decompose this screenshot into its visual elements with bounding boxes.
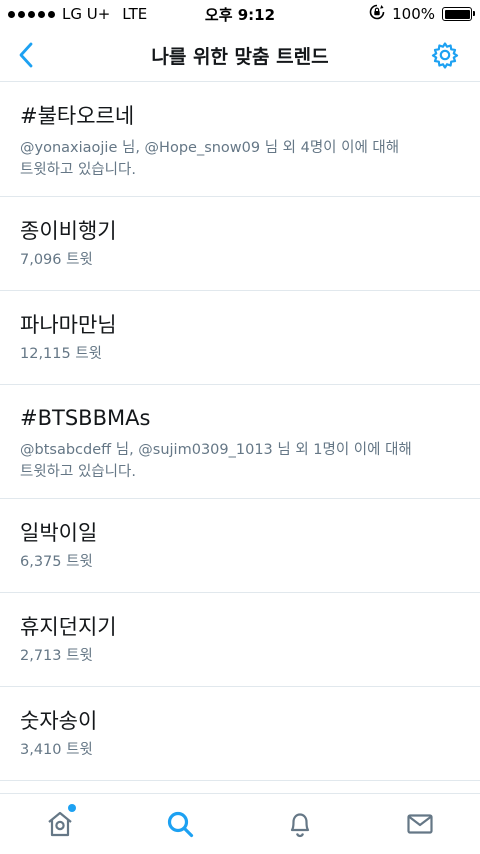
trend-subtitle-line2: 트윗하고 있습니다. <box>20 464 136 480</box>
page-title: 나를 위한 맞춤 트렌드 <box>151 46 329 68</box>
status-bar: LG U+ LTE 오후 9:12 100% <box>0 0 480 28</box>
trend-item[interactable]: 종이비행기 7,096 트윗 <box>0 197 480 291</box>
trend-subtitle-line2: 트윗하고 있습니다. <box>20 162 136 178</box>
trend-title: 종이비행기 <box>20 219 117 243</box>
status-right: 100% <box>369 4 475 24</box>
gear-icon <box>431 42 459 69</box>
trend-item[interactable]: #불타오르네 @yonaxiaojie 님, @Hope_snow09 님 외 … <box>0 82 480 197</box>
trend-tweet-count: 2,713 트윗 <box>20 648 93 664</box>
battery-percent: 100% <box>392 5 435 23</box>
trend-title: 휴지던지기 <box>20 615 117 639</box>
tab-home[interactable] <box>42 804 78 842</box>
tab-search[interactable] <box>162 806 198 842</box>
trend-tweet-count: 3,410 트윗 <box>20 742 93 758</box>
trend-tweet-count: 6,375 트윗 <box>20 554 93 570</box>
trend-subtitle: @yonaxiaojie 님, @Hope_snow09 님 외 4명이 이에 … <box>20 140 400 156</box>
tab-notifications[interactable] <box>282 806 318 842</box>
mail-icon <box>407 814 433 834</box>
trend-subtitle: @btsabcdeff 님, @sujim0309_1013 님 외 1명이 이… <box>20 442 412 458</box>
trend-item[interactable]: #BTSBBMAs @btsabcdeff 님, @sujim0309_1013… <box>0 385 480 499</box>
trend-list: #불타오르네 @yonaxiaojie 님, @Hope_snow09 님 외 … <box>0 82 480 793</box>
settings-button[interactable] <box>428 38 462 72</box>
trend-item[interactable]: 숫자송이 3,410 트윗 <box>0 687 480 781</box>
trend-item[interactable]: 일박이일 6,375 트윗 <box>0 499 480 593</box>
trend-title: #BTSBBMAs <box>20 406 151 430</box>
trend-title: 파나마만님 <box>20 313 117 337</box>
trend-item[interactable]: 파나마만님 12,115 트윗 <box>0 291 480 385</box>
bell-icon <box>290 813 310 838</box>
trend-item[interactable]: 휴지던지기 2,713 트윗 <box>0 593 480 687</box>
tab-messages[interactable] <box>402 806 438 842</box>
trend-title: #불타오르네 <box>20 104 135 128</box>
tab-bar <box>0 793 480 854</box>
search-icon <box>167 811 194 838</box>
notification-badge-dot <box>68 804 76 812</box>
battery-icon <box>442 7 475 21</box>
trend-tweet-count: 7,096 트윗 <box>20 252 93 268</box>
trend-title: 숫자송이 <box>20 709 98 733</box>
home-icon <box>48 811 72 837</box>
trend-title: 일박이일 <box>20 521 98 545</box>
rotation-lock-icon <box>369 4 385 24</box>
nav-bar: 나를 위한 맞춤 트렌드 <box>0 28 480 82</box>
trend-tweet-count: 12,115 트윗 <box>20 346 103 362</box>
